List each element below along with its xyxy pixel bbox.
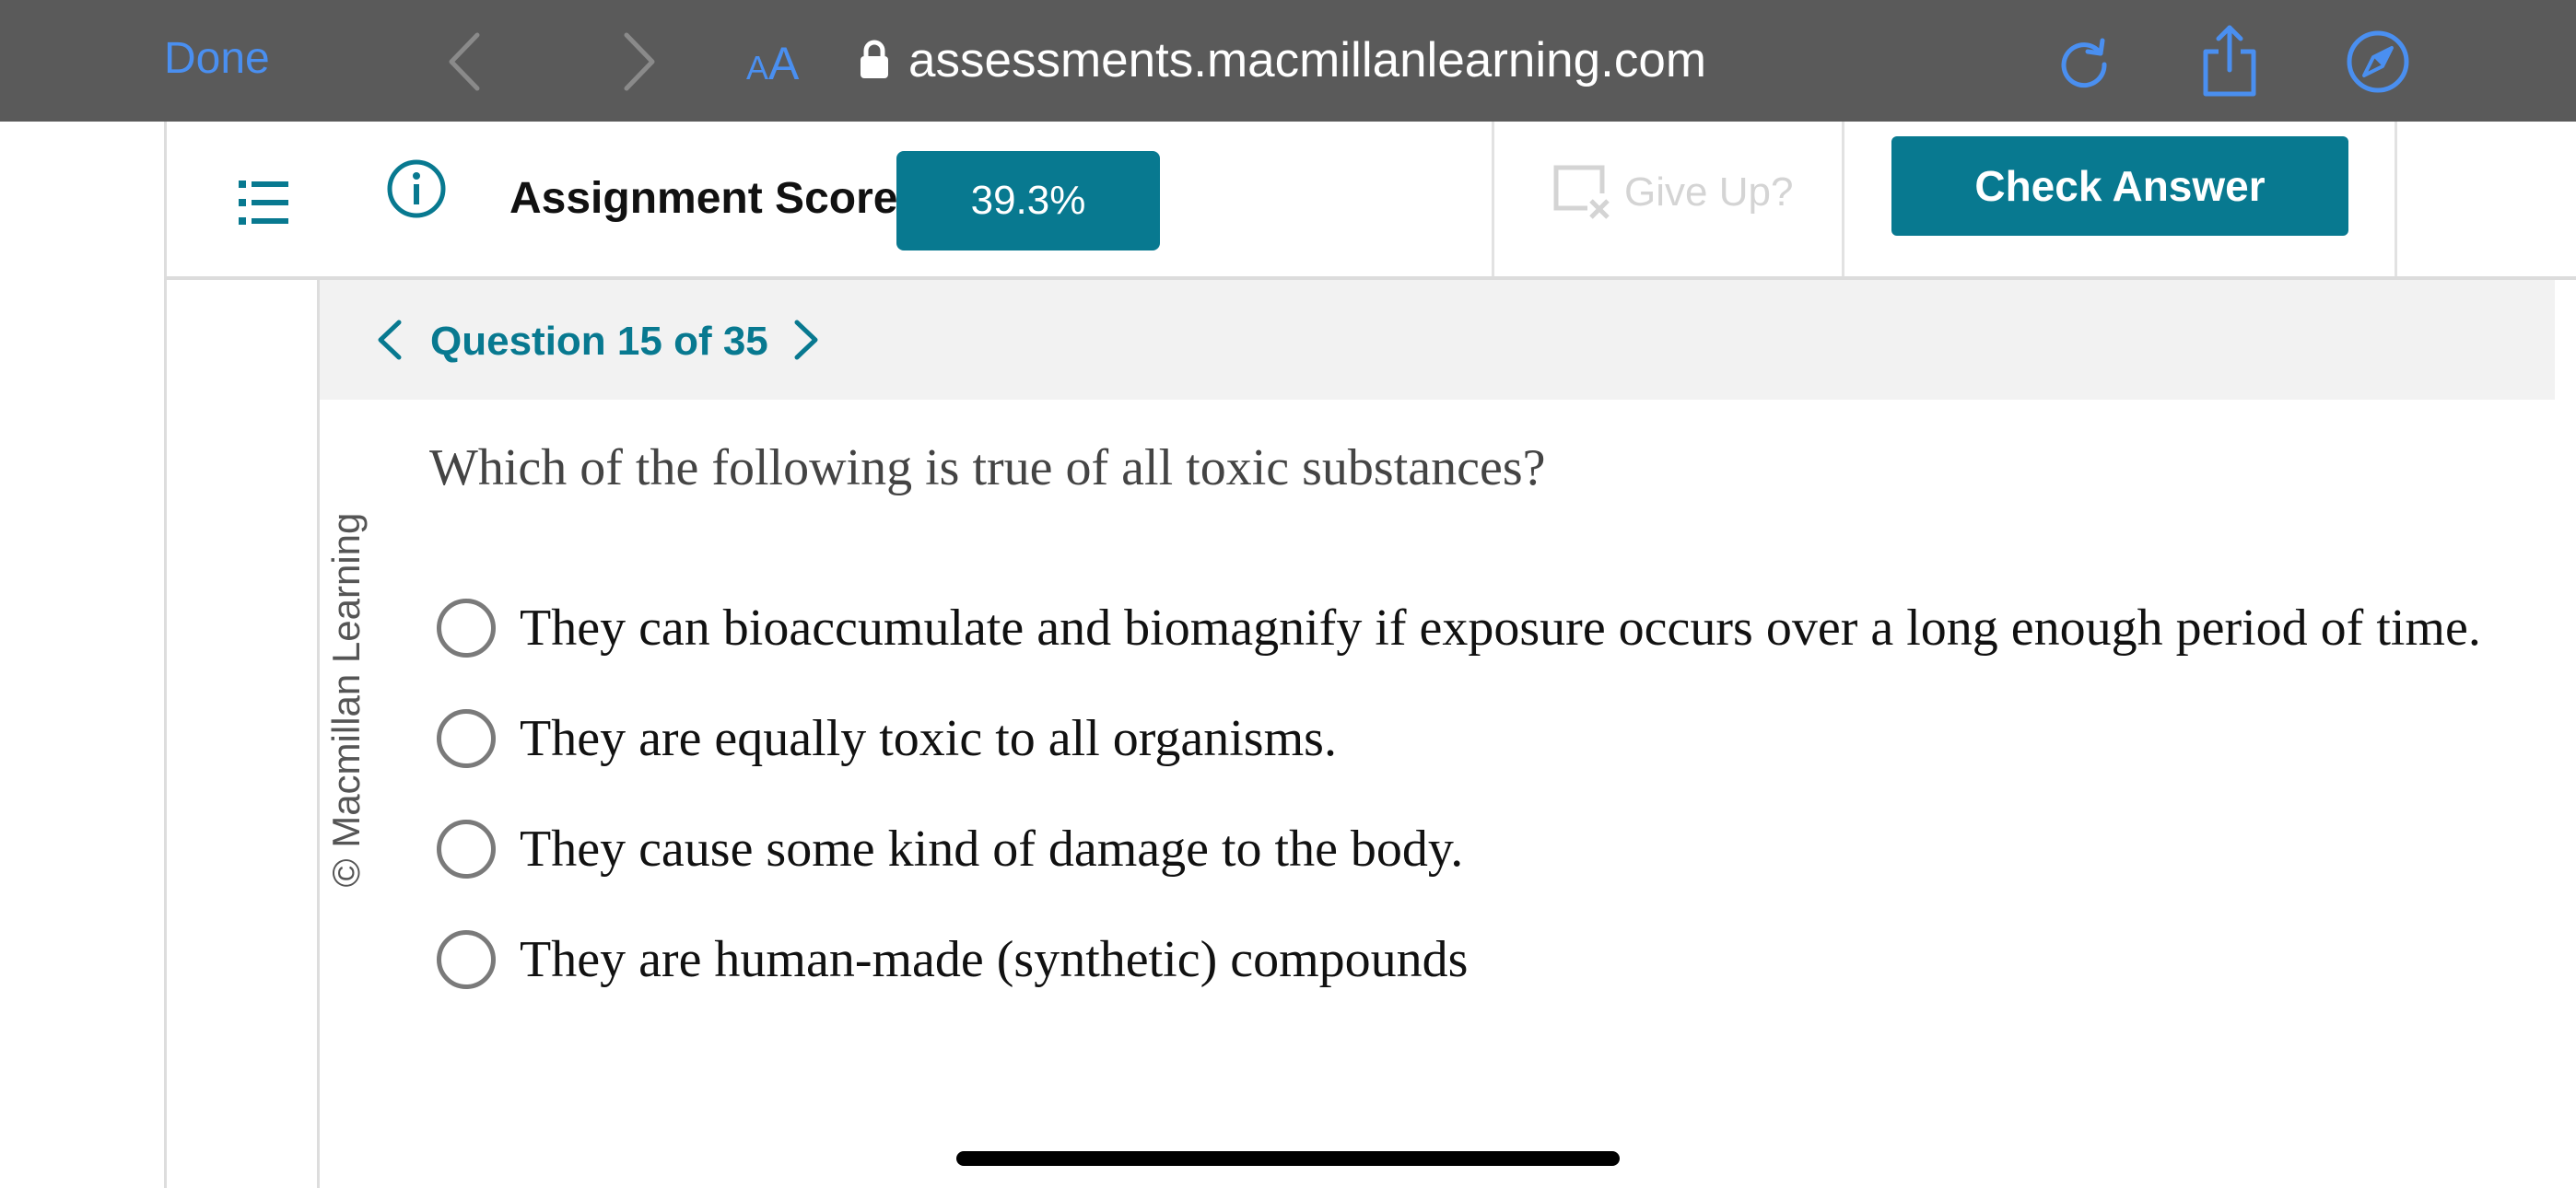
radio-button[interactable]: [437, 930, 496, 989]
assignment-score-label: Assignment Score:: [509, 174, 913, 223]
compass-icon[interactable]: [2346, 29, 2410, 94]
assignment-header: Assignment Score: 39.3% Give Up? Check A…: [164, 122, 2576, 280]
address-bar[interactable]: assessments.macmillanlearning.com: [859, 28, 1706, 92]
radio-button[interactable]: [437, 709, 496, 768]
question-navigation: Question 15 of 35: [320, 280, 2555, 400]
answer-option-label: They are human-made (synthetic) compound…: [520, 931, 1469, 988]
answer-option-label: They are equally toxic to all organisms.: [520, 710, 1337, 767]
assignment-score-value: 39.3%: [896, 151, 1160, 250]
answer-option[interactable]: They are human-made (synthetic) compound…: [437, 930, 1468, 989]
forward-arrow-icon[interactable]: [612, 29, 667, 94]
answer-option-label: They cause some kind of damage to the bo…: [520, 821, 1464, 878]
give-up-icon: [1553, 165, 1610, 219]
share-icon[interactable]: [2198, 24, 2261, 98]
give-up-button[interactable]: Give Up?: [1551, 162, 1793, 223]
sidebar-border: [317, 280, 320, 1188]
radio-button[interactable]: [437, 820, 496, 879]
answer-option[interactable]: They can bioaccumulate and biomagnify if…: [437, 599, 2481, 658]
radio-button[interactable]: [437, 599, 496, 658]
header-divider: [1492, 122, 1494, 276]
next-question-icon[interactable]: [791, 317, 823, 363]
header-divider: [2395, 122, 2397, 276]
done-button[interactable]: Done: [164, 33, 270, 84]
reload-icon[interactable]: [2055, 33, 2113, 92]
page-left-border: [164, 280, 167, 1188]
previous-question-icon[interactable]: [373, 317, 404, 363]
header-divider: [1842, 122, 1844, 276]
question-text: Which of the following is true of all to…: [429, 439, 1546, 496]
back-arrow-icon[interactable]: [437, 29, 492, 94]
copyright-text: © Macmillan Learning: [324, 512, 368, 888]
answer-option[interactable]: They are equally toxic to all organisms.: [437, 709, 1337, 768]
home-indicator[interactable]: [956, 1151, 1620, 1166]
answer-option-label: They can bioaccumulate and biomagnify if…: [520, 600, 2481, 657]
lock-icon: [861, 40, 888, 78]
info-icon[interactable]: [386, 158, 447, 219]
browser-toolbar: Done AA assessments.macmillanlearning.co…: [0, 0, 2576, 122]
give-up-label: Give Up?: [1624, 169, 1794, 215]
text-size-button[interactable]: AA: [746, 37, 799, 90]
url-text: assessments.macmillanlearning.com: [908, 32, 1706, 87]
check-answer-button[interactable]: Check Answer: [1891, 136, 2348, 236]
question-counter[interactable]: Question 15 of 35: [430, 319, 768, 365]
list-menu-icon[interactable]: [239, 179, 288, 227]
answer-option[interactable]: They cause some kind of damage to the bo…: [437, 820, 1463, 879]
